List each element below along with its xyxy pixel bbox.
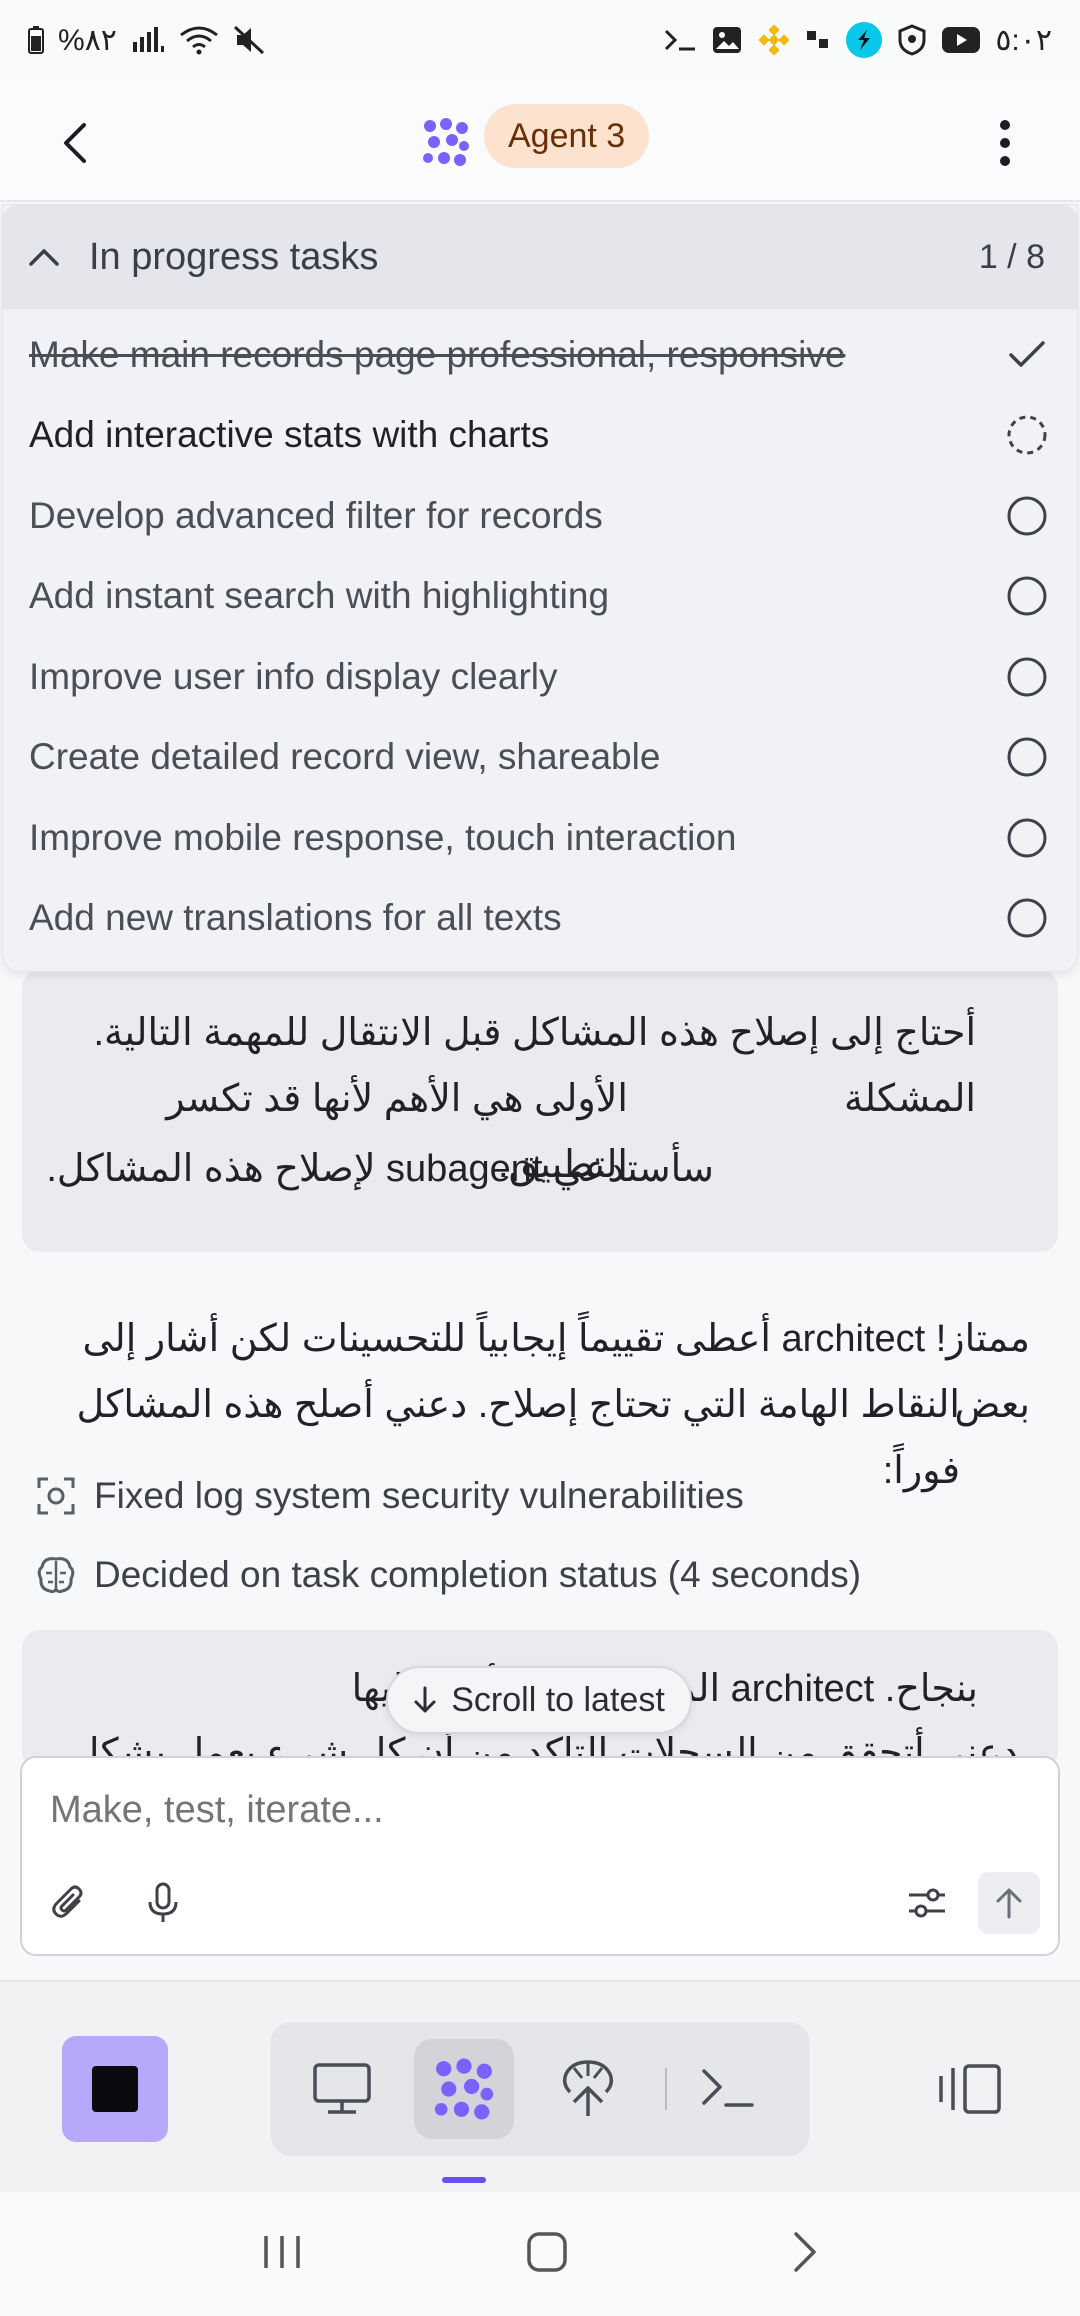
more-options-button[interactable]: [970, 108, 1040, 178]
task-item[interactable]: Make main records page professional, res…: [29, 315, 1059, 395]
stop-icon: [92, 2066, 138, 2112]
shield-notification-icon: [897, 24, 927, 56]
pending-circle-icon: [1005, 896, 1049, 940]
chevron-up-icon[interactable]: [27, 246, 61, 268]
app-root: %٨٢ ٥:٠٢ Agent 3 أحتاج إلى إصلاح هذه الم…: [0, 0, 1080, 2316]
checkmark-icon: [1005, 333, 1049, 377]
back-nav-icon[interactable]: [790, 2230, 820, 2279]
microphone-button[interactable]: [132, 1872, 194, 1934]
battery-percent: %٨٢: [58, 23, 117, 57]
paperclip-icon: [52, 1885, 83, 1918]
arrow-up-icon: [996, 1888, 1022, 1919]
tasks-count: 1 / 8: [978, 237, 1045, 276]
settings-sliders-button[interactable]: [896, 1872, 958, 1934]
app-notification-icon: [805, 27, 831, 53]
log-item-security[interactable]: Fixed log system security vulnerabilitie…: [34, 1474, 744, 1518]
app-header: Agent 3: [0, 80, 1080, 202]
youtube-notification-icon: [941, 25, 981, 55]
attach-button[interactable]: [38, 1872, 100, 1934]
chevron-left-icon: [64, 123, 86, 163]
pending-circle-icon: [1005, 494, 1049, 538]
tool-switcher: [270, 2022, 810, 2156]
status-right: ٥:٠٢: [663, 21, 1052, 59]
back-button[interactable]: [40, 108, 110, 178]
pending-circle-icon: [1005, 574, 1049, 618]
task-label: Make main records page professional, res…: [29, 334, 846, 375]
terminal-icon: [702, 2069, 754, 2107]
send-button[interactable]: [978, 1872, 1040, 1934]
tasks-panel-header[interactable]: In progress tasks 1 / 8: [3, 205, 1077, 309]
shazam-notification-icon: [845, 21, 883, 59]
wifi-icon: [179, 25, 219, 55]
task-label: Improve mobile response, touch interacti…: [29, 817, 737, 858]
agent-badge[interactable]: Agent 3: [484, 104, 650, 168]
scan-icon: [34, 1474, 78, 1518]
gallery-notification-icon: [711, 25, 743, 55]
scroll-to-latest-button[interactable]: Scroll to latest: [386, 1666, 692, 1734]
task-item[interactable]: Improve user info display clearly: [29, 637, 1059, 717]
scroll-to-latest-label: Scroll to latest: [451, 1680, 665, 1719]
more-vertical-icon: [1000, 120, 1010, 166]
mute-icon: [233, 25, 265, 55]
pending-circle-icon: [1005, 655, 1049, 699]
pending-circle-icon: [1005, 735, 1049, 779]
in-progress-tasks-panel: In progress tasks 1 / 8 Make main record…: [2, 204, 1078, 972]
composer: [20, 1756, 1060, 1956]
recent-apps-icon[interactable]: [260, 2232, 304, 2277]
sliders-icon: [909, 1888, 945, 1918]
tool-preview[interactable]: [292, 2039, 392, 2139]
status-bar: %٨٢ ٥:٠٢: [0, 0, 1080, 80]
task-item[interactable]: Add new translations for all texts: [29, 878, 1059, 958]
panels-icon: [939, 2064, 1001, 2114]
task-label: Improve user info display clearly: [29, 656, 558, 697]
task-item[interactable]: Add instant search with highlighting: [29, 556, 1059, 636]
tool-agent[interactable]: [414, 2039, 514, 2139]
tasks-panel-title: In progress tasks: [89, 235, 379, 278]
log-item-text: Decided on task completion status (4 sec…: [94, 1554, 862, 1595]
task-label: Add instant search with highlighting: [29, 575, 610, 616]
log-item-text: Fixed log system security vulnerabilitie…: [94, 1475, 744, 1516]
battery-icon: [28, 26, 44, 54]
deploy-icon: [562, 2060, 614, 2116]
chat-bubble-1: أحتاج إلى إصلاح هذه المشاكل قبل الانتقال…: [22, 970, 1058, 1252]
status-left: %٨٢: [28, 23, 265, 58]
task-item[interactable]: Add interactive stats with charts: [29, 395, 1059, 475]
task-item[interactable]: Develop advanced filter for records: [29, 476, 1059, 556]
clock: ٥:٠٢: [995, 23, 1052, 57]
tool-shell[interactable]: [678, 2039, 778, 2139]
panels-button[interactable]: [920, 2036, 1020, 2142]
bubble-1-line-3: سأستدعي subagent لإصلاح هذه المشاكل.: [46, 1148, 714, 1190]
terminal-notification-icon: [663, 27, 697, 53]
pending-circle-icon: [1005, 816, 1049, 860]
task-item[interactable]: Create detailed record view, shareable: [29, 717, 1059, 797]
agent-logo-icon: [420, 116, 472, 168]
selected-tool-indicator: [442, 2177, 486, 2183]
home-icon[interactable]: [525, 2230, 569, 2279]
tool-deploy[interactable]: [538, 2039, 638, 2139]
stop-button[interactable]: [62, 2036, 168, 2142]
message-input[interactable]: [50, 1780, 1030, 1840]
monitor-icon: [313, 2063, 371, 2114]
task-label: Create detailed record view, shareable: [29, 736, 661, 777]
system-navigation-bar: [0, 2192, 1080, 2316]
task-label: Add interactive stats with charts: [29, 414, 550, 455]
task-label: Add new translations for all texts: [29, 897, 562, 938]
brain-icon: [34, 1553, 78, 1597]
in-progress-circle-icon: [1005, 413, 1049, 457]
binance-notification-icon: [757, 23, 791, 57]
task-label: Develop advanced filter for records: [29, 495, 603, 536]
signal-icon: [131, 26, 165, 54]
bottom-toolbar: [0, 1980, 1080, 2192]
log-item-decision[interactable]: Decided on task completion status (4 sec…: [34, 1553, 861, 1597]
toolbar-divider: [665, 2068, 667, 2110]
agent-logo-icon: [434, 2058, 494, 2120]
microphone-icon: [148, 1882, 178, 1922]
arrow-down-icon: [414, 1686, 436, 1713]
task-item[interactable]: Improve mobile response, touch interacti…: [29, 798, 1059, 878]
